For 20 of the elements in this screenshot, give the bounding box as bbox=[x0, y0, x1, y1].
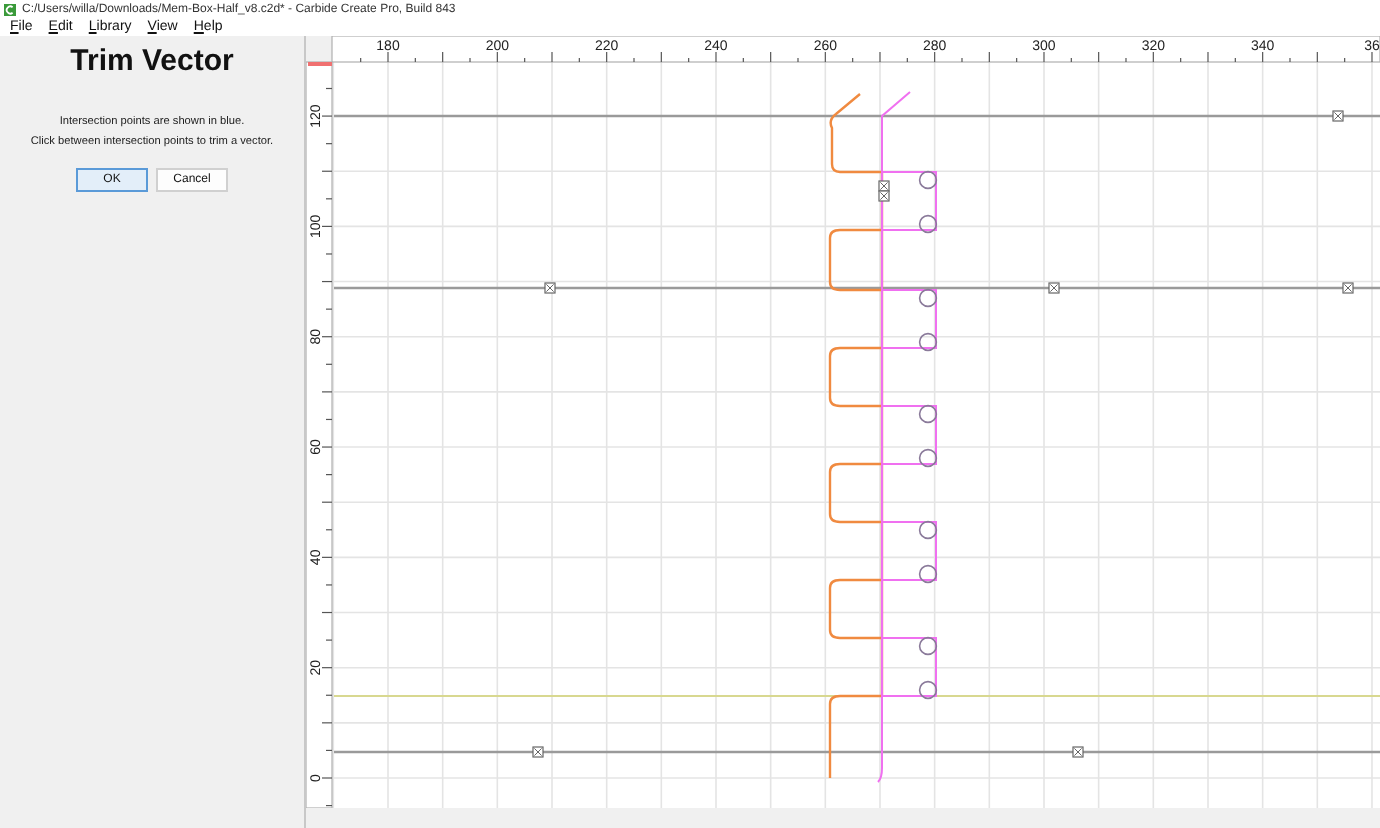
panel-title: Trim Vector bbox=[70, 44, 234, 78]
circle-shape[interactable] bbox=[918, 214, 938, 234]
circle-shape[interactable] bbox=[918, 448, 938, 468]
intersection-marker-icon[interactable] bbox=[878, 190, 890, 202]
circle-shape[interactable] bbox=[918, 332, 938, 352]
circle-shape[interactable] bbox=[918, 636, 938, 656]
circle-shape[interactable] bbox=[918, 680, 938, 700]
selected-vector-path[interactable] bbox=[877, 91, 937, 783]
ruler-corner-mark bbox=[308, 62, 332, 66]
intersection-marker-icon[interactable] bbox=[1342, 282, 1354, 294]
intersection-marker-icon[interactable] bbox=[1048, 282, 1060, 294]
circle-shape[interactable] bbox=[918, 564, 938, 584]
circle-shape[interactable] bbox=[918, 520, 938, 540]
circle-shape[interactable] bbox=[918, 170, 938, 190]
intersection-marker-icon[interactable] bbox=[1332, 110, 1344, 122]
circle-shape[interactable] bbox=[918, 288, 938, 308]
intersection-marker-icon[interactable] bbox=[544, 282, 556, 294]
circle-shape[interactable] bbox=[918, 404, 938, 424]
intersection-marker-icon[interactable] bbox=[532, 746, 544, 758]
intersection-marker-icon[interactable] bbox=[1072, 746, 1084, 758]
